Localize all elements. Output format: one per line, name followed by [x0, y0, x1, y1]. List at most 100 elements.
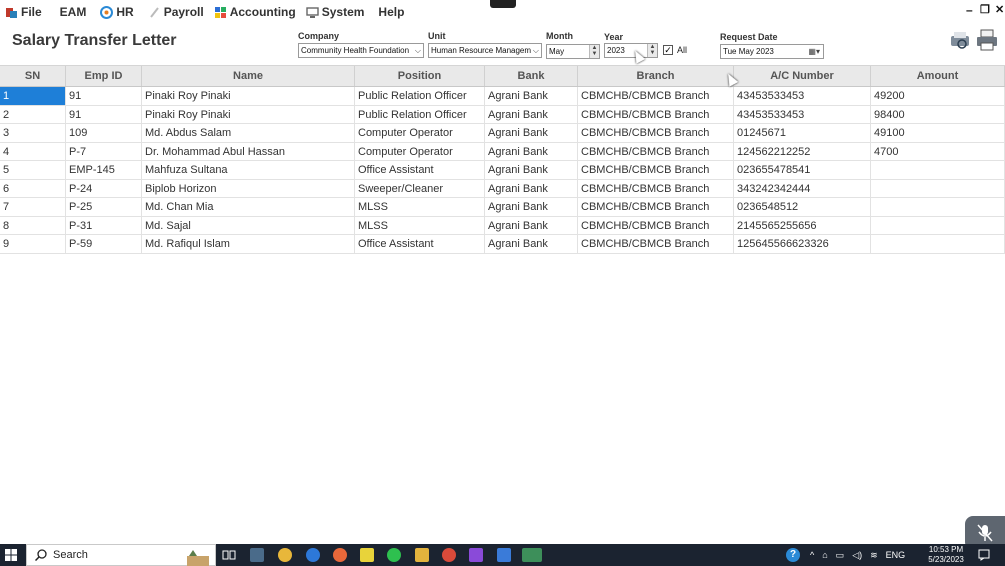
- preview-icon[interactable]: [949, 30, 971, 52]
- cell-ac-number[interactable]: 124562212252: [734, 142, 871, 160]
- menu-help[interactable]: Help: [373, 0, 409, 24]
- cell-ac-number[interactable]: 2145565255656: [734, 216, 871, 234]
- messenger-app-icon[interactable]: [306, 548, 320, 562]
- column-header-position[interactable]: Position: [355, 66, 485, 86]
- minimize-button[interactable]: –: [966, 3, 973, 17]
- cell-name[interactable]: Pinaki Roy Pinaki: [142, 105, 355, 123]
- task-view-icon[interactable]: [222, 548, 236, 562]
- cell-name[interactable]: Md. Abdus Salam: [142, 124, 355, 142]
- cell-bank[interactable]: Agrani Bank: [485, 235, 578, 253]
- cell-amount[interactable]: [871, 198, 1005, 216]
- cell-amount[interactable]: 4700: [871, 142, 1005, 160]
- close-button[interactable]: ✕: [995, 3, 1004, 16]
- cell-name[interactable]: Md. Sajal: [142, 216, 355, 234]
- visual-studio-app-icon[interactable]: [469, 548, 483, 562]
- column-header-sn[interactable]: SN: [0, 66, 66, 86]
- table-row[interactable]: 1 91 Pinaki Roy Pinaki Public Relation Offi…: [0, 87, 1005, 106]
- chevron-up-icon[interactable]: ^: [810, 550, 814, 560]
- cell-ac-number[interactable]: 43453533453: [734, 87, 871, 105]
- table-row[interactable]: 6 P-24 Biplob Horizon Sweeper/Cleaner Agrani…: [0, 179, 1005, 198]
- menu-accounting[interactable]: Accounting: [209, 0, 301, 24]
- cell-ac-number[interactable]: 023655478541: [734, 161, 871, 179]
- volume-icon[interactable]: ◁): [852, 550, 862, 561]
- cell-emp-id[interactable]: P-24: [66, 179, 142, 197]
- notes-app-icon[interactable]: [497, 548, 511, 562]
- column-header-branch[interactable]: Branch: [578, 66, 734, 86]
- cell-position[interactable]: Office Assistant: [355, 235, 485, 253]
- language-indicator[interactable]: ENG: [886, 550, 906, 560]
- cell-name[interactable]: Biplob Horizon: [142, 179, 355, 197]
- table-row[interactable]: 3 109 Md. Abdus Salam Computer Operator Agra…: [0, 124, 1005, 143]
- calculator-app-icon[interactable]: [250, 548, 264, 562]
- cell-position[interactable]: MLSS: [355, 216, 485, 234]
- cell-sn[interactable]: 3: [0, 124, 66, 142]
- cell-branch[interactable]: CBMCHB/CBMCB Branch: [578, 235, 734, 253]
- cell-sn[interactable]: 1: [0, 87, 66, 105]
- cell-amount[interactable]: 49200: [871, 87, 1005, 105]
- cell-bank[interactable]: Agrani Bank: [485, 87, 578, 105]
- cell-branch[interactable]: CBMCHB/CBMCB Branch: [578, 87, 734, 105]
- whatsapp-app-icon[interactable]: [387, 548, 401, 562]
- company-select[interactable]: Community Health Foundation ⌵: [298, 43, 424, 58]
- cell-bank[interactable]: Agrani Bank: [485, 216, 578, 234]
- cell-name[interactable]: Pinaki Roy Pinaki: [142, 87, 355, 105]
- taskbar-clock[interactable]: 10:53 PM 5/23/2023: [924, 545, 968, 565]
- spin-arrows-icon[interactable]: ▲ ▼: [647, 44, 657, 57]
- spin-arrows-icon[interactable]: ▲ ▼: [589, 45, 599, 58]
- cell-amount[interactable]: 49100: [871, 124, 1005, 142]
- column-header-ac-number[interactable]: A/C Number: [734, 66, 871, 86]
- column-header-name[interactable]: Name: [142, 66, 355, 86]
- table-row[interactable]: 9 P-59 Md. Rafiqul Islam Office Assistant Ag…: [0, 235, 1005, 254]
- cell-emp-id[interactable]: 109: [66, 124, 142, 142]
- month-stepper[interactable]: May ▲ ▼: [546, 44, 600, 59]
- cell-bank[interactable]: Agrani Bank: [485, 198, 578, 216]
- battery-icon[interactable]: ▭: [836, 550, 845, 561]
- cell-sn[interactable]: 6: [0, 179, 66, 197]
- cell-emp-id[interactable]: P-25: [66, 198, 142, 216]
- cell-amount[interactable]: 98400: [871, 105, 1005, 123]
- column-header-bank[interactable]: Bank: [485, 66, 578, 86]
- table-row[interactable]: 2 91 Pinaki Roy Pinaki Public Relation Offi…: [0, 105, 1005, 124]
- cell-emp-id[interactable]: 91: [66, 105, 142, 123]
- cell-name[interactable]: Md. Chan Mia: [142, 198, 355, 216]
- cell-sn[interactable]: 5: [0, 161, 66, 179]
- cell-amount[interactable]: [871, 235, 1005, 253]
- cell-bank[interactable]: Agrani Bank: [485, 105, 578, 123]
- cell-name[interactable]: Mahfuza Sultana: [142, 161, 355, 179]
- help-icon[interactable]: ?: [786, 548, 800, 562]
- cell-position[interactable]: Sweeper/Cleaner: [355, 179, 485, 197]
- cell-branch[interactable]: CBMCHB/CBMCB Branch: [578, 216, 734, 234]
- cell-position[interactable]: MLSS: [355, 198, 485, 216]
- menu-file[interactable]: File: [0, 0, 47, 24]
- cell-sn[interactable]: 7: [0, 198, 66, 216]
- cell-position[interactable]: Public Relation Officer: [355, 87, 485, 105]
- sticky-notes-app-icon[interactable]: [360, 548, 374, 562]
- cell-sn[interactable]: 4: [0, 142, 66, 160]
- start-button[interactable]: [0, 544, 22, 566]
- chrome-app-icon[interactable]: [278, 548, 292, 562]
- table-row[interactable]: 8 P-31 Md. Sajal MLSS Agrani Bank CBMCHB/CBMC…: [0, 216, 1005, 235]
- cell-ac-number[interactable]: 343242342444: [734, 179, 871, 197]
- cell-name[interactable]: Dr. Mohammad Abul Hassan: [142, 142, 355, 160]
- column-header-emp-id[interactable]: Emp ID: [66, 66, 142, 86]
- cell-sn[interactable]: 9: [0, 235, 66, 253]
- cell-ac-number[interactable]: 01245671: [734, 124, 871, 142]
- cell-position[interactable]: Public Relation Officer: [355, 105, 485, 123]
- table-row[interactable]: 4 P-7 Dr. Mohammad Abul Hassan Computer Ope…: [0, 142, 1005, 161]
- cell-bank[interactable]: Agrani Bank: [485, 124, 578, 142]
- hr-app-taskbar-icon[interactable]: [522, 548, 542, 562]
- restore-button[interactable]: ❐: [980, 3, 990, 16]
- calendar-icon[interactable]: ▦▾: [808, 45, 820, 58]
- cell-amount[interactable]: [871, 216, 1005, 234]
- printer-icon[interactable]: [976, 29, 998, 51]
- cell-emp-id[interactable]: P-31: [66, 216, 142, 234]
- cell-ac-number[interactable]: 0236548512: [734, 198, 871, 216]
- cell-emp-id[interactable]: 91: [66, 87, 142, 105]
- cell-emp-id[interactable]: EMP-145: [66, 161, 142, 179]
- notification-icon[interactable]: [978, 549, 990, 561]
- menu-payroll[interactable]: Payroll: [143, 0, 209, 24]
- column-header-amount[interactable]: Amount: [871, 66, 1005, 86]
- table-row[interactable]: 7 P-25 Md. Chan Mia MLSS Agrani Bank CBMCHB/C…: [0, 198, 1005, 217]
- request-date-picker[interactable]: Tue May 2023 ▦▾: [720, 44, 824, 59]
- all-checkbox[interactable]: ✓: [663, 45, 673, 55]
